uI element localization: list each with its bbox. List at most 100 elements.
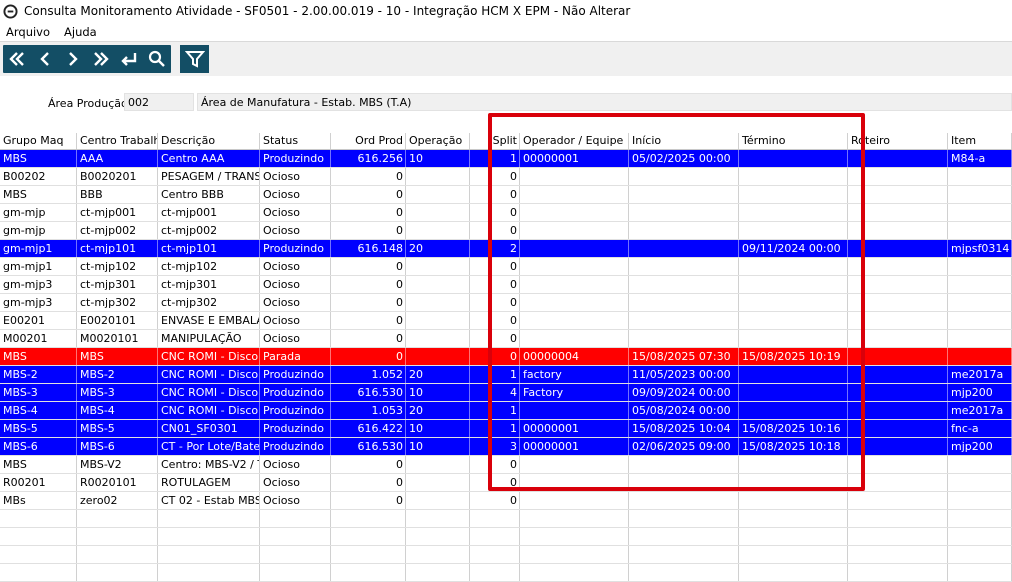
column-header[interactable]: Roteiro (848, 133, 948, 149)
column-header[interactable]: Início (629, 133, 739, 149)
table-cell: Produzindo (260, 402, 331, 419)
table-row[interactable]: MBS AAA Centro AAA Produzindo 616.256 10 1 0000… (0, 150, 1012, 168)
table-cell: mjp200 (948, 384, 1012, 401)
table-cell (948, 258, 1012, 275)
table-row[interactable]: MBS-3 MBS-3 CNC ROMI - Disco Produzindo 616.… (0, 384, 1012, 402)
table-row[interactable]: MBS-2 MBS-2 CNC ROMI - Disco Produzindo 1.05… (0, 366, 1012, 384)
table-cell: ct-mjp002 (158, 222, 260, 239)
column-header[interactable]: Centro Trabalho (77, 133, 158, 149)
enter-icon (121, 53, 137, 66)
table-cell: 10 (406, 420, 470, 437)
table-cell (406, 456, 470, 473)
table-cell: 0 (331, 474, 406, 491)
table-cell (158, 510, 260, 527)
filter-button[interactable] (180, 45, 209, 73)
table-cell: 0 (470, 456, 520, 473)
table-cell: Produzindo (260, 420, 331, 437)
table-row[interactable]: E00201E0020101ENVASE E EMBALAGEMOcioso00 (0, 312, 1012, 330)
table-cell: Ocioso (260, 330, 331, 347)
table-cell (739, 366, 848, 383)
table-cell: Parada (260, 348, 331, 365)
grid-header: Grupo Maq Centro Trabalho Descrição Stat… (0, 133, 1012, 150)
table-cell: me2017a (948, 366, 1012, 383)
previous-icon (40, 52, 49, 66)
table-cell (739, 294, 848, 311)
column-header[interactable]: Ord Prod (331, 133, 406, 149)
table-row[interactable]: MBS BBB Centro BBB Ocioso 0 0 (0, 186, 1012, 204)
table-row[interactable]: gm-mjp1 ct-mjp101 ct-mjp101 Produzindo 616.1… (0, 240, 1012, 258)
first-button[interactable] (5, 47, 29, 71)
table-row[interactable]: MBS-5 MBS-5 CN01_SF0301 Produzindo 616.422 10… (0, 420, 1012, 438)
table-row[interactable]: MBSMBS-V2Centro: MBS-V2 / TesteOcioso00 (0, 456, 1012, 474)
table-cell (948, 168, 1012, 185)
table-cell (406, 294, 470, 311)
table-cell: R00201 (0, 474, 77, 491)
table-cell (629, 474, 739, 491)
table-cell (520, 402, 629, 419)
column-header[interactable]: Descrição (158, 133, 260, 149)
column-header[interactable]: Item (948, 133, 1012, 149)
column-header[interactable]: Split (470, 133, 520, 149)
table-cell: ct-mjp302 (77, 294, 158, 311)
table-row[interactable]: gm-mjp3 ct-mjp302 ct-mjp302 Ocioso 0 0 (0, 294, 1012, 312)
menu-arquivo[interactable]: Arquivo (6, 25, 50, 39)
table-cell (77, 564, 158, 581)
table-cell: 616.422 (331, 420, 406, 437)
table-row[interactable]: M00201 M0020101 MANIPULAÇÃO Ocioso 0 0 (0, 330, 1012, 348)
table-cell: Ocioso (260, 222, 331, 239)
table-cell: factory (520, 366, 629, 383)
table-row[interactable] (0, 546, 1012, 564)
table-row[interactable]: gm-mjp3 ct-mjp301 ct-mjp301 Ocioso 0 0 (0, 276, 1012, 294)
search-button[interactable] (145, 47, 169, 71)
table-row[interactable] (0, 528, 1012, 546)
table-cell: 0 (470, 168, 520, 185)
table-cell: 15/08/2025 10:16 (739, 420, 848, 437)
enter-button[interactable] (117, 47, 141, 71)
table-cell (520, 240, 629, 257)
table-cell: 05/02/2025 00:00 (629, 150, 739, 167)
table-cell: 0 (470, 474, 520, 491)
column-header[interactable]: Status (260, 133, 331, 149)
table-cell: MBS-2 (0, 366, 77, 383)
column-header[interactable]: Operação (406, 133, 470, 149)
table-row[interactable]: MBS-6MBS-6CT - Por Lote/BateladaProduzin… (0, 438, 1012, 456)
table-cell (848, 366, 948, 383)
table-cell: 0 (331, 276, 406, 293)
table-cell: BBB (77, 186, 158, 203)
table-row[interactable]: gm-mjp ct-mjp001 ct-mjp001 Ocioso 0 0 (0, 204, 1012, 222)
table-row[interactable]: gm-mjp1 ct-mjp102 ct-mjp102 Ocioso 0 0 (0, 258, 1012, 276)
table-cell: R0020101 (77, 474, 158, 491)
table-row[interactable]: MBS MBS CNC ROMI - Disco Parada 0 0 00000004 15… (0, 348, 1012, 366)
table-cell (520, 528, 629, 545)
table-row[interactable]: gm-mjp ct-mjp002 ct-mjp002 Ocioso 0 0 (0, 222, 1012, 240)
column-header[interactable]: Grupo Maq (0, 133, 77, 149)
column-header[interactable]: Término (739, 133, 848, 149)
table-cell: B0020201 (77, 168, 158, 185)
table-cell: Ocioso (260, 186, 331, 203)
table-cell: Produzindo (260, 150, 331, 167)
table-row[interactable]: B00202B0020201PESAGEM / TRANSFERÊNCIAOci… (0, 168, 1012, 186)
table-row[interactable]: R00201 R0020101 ROTULAGEM Ocioso 0 0 (0, 474, 1012, 492)
table-row[interactable] (0, 510, 1012, 528)
previous-button[interactable] (33, 47, 57, 71)
table-cell (739, 276, 848, 293)
table-cell: CNC ROMI - Disco (158, 366, 260, 383)
table-cell: PESAGEM / TRANSFERÊNCIA (158, 168, 260, 185)
table-row[interactable]: MBs zero02 CT 02 - Estab MBS Ocioso 0 0 (0, 492, 1012, 510)
next-button[interactable] (61, 47, 85, 71)
table-cell (848, 276, 948, 293)
table-cell (470, 528, 520, 545)
last-button[interactable] (89, 47, 113, 71)
table-row[interactable] (0, 564, 1012, 582)
table-cell (406, 330, 470, 347)
table-cell: MBS-3 (77, 384, 158, 401)
menu-ajuda[interactable]: Ajuda (64, 25, 97, 39)
area-code-field[interactable]: 002 (124, 93, 194, 111)
column-header[interactable]: Operador / Equipe (520, 133, 629, 149)
table-cell: 15/08/2025 10:04 (629, 420, 739, 437)
table-cell (406, 186, 470, 203)
table-row[interactable]: MBS-4 MBS-4 CNC ROMI - Disco Produzindo 1.05… (0, 402, 1012, 420)
table-cell: MBS (0, 150, 77, 167)
table-cell (629, 222, 739, 239)
table-cell (948, 186, 1012, 203)
